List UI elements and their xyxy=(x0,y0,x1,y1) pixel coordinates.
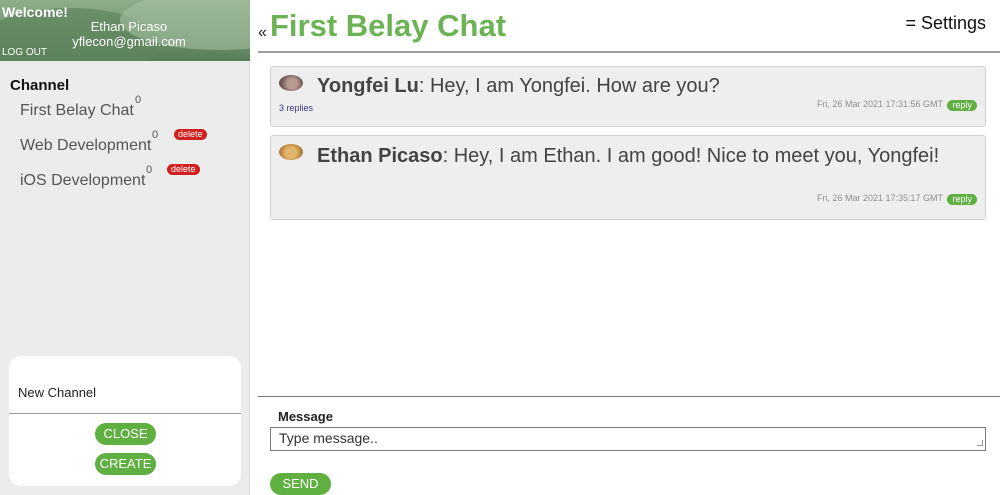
message-body: : Hey, I am Ethan. I am good! Nice to me… xyxy=(442,145,940,167)
welcome-text: Welcome! xyxy=(2,4,68,20)
send-button[interactable]: SEND xyxy=(270,473,331,495)
delete-channel-button[interactable]: delete xyxy=(167,164,200,175)
channel-unread-count: 0 xyxy=(146,164,153,176)
message-author: Yongfei Lu xyxy=(317,75,419,97)
message-item: Yongfei Lu: Hey, I am Yongfei. How are y… xyxy=(270,66,986,127)
reply-button[interactable]: reply xyxy=(947,194,977,205)
channel-unread-count: 0 xyxy=(135,94,142,106)
create-channel-button[interactable]: CREATE xyxy=(95,453,156,475)
channel-title: First Belay Chat xyxy=(270,8,507,43)
message-timestamp: Fri, 26 Mar 2021 17:31:56 GMT xyxy=(816,99,943,109)
message-text: Yongfei Lu: Hey, I am Yongfei. How are y… xyxy=(279,73,979,99)
resize-handle-icon[interactable] xyxy=(977,440,983,446)
message-item: Ethan Picaso: Hey, I am Ethan. I am good… xyxy=(270,135,986,220)
sidebar: Welcome! Ethan Picaso yflecon@gmail.com … xyxy=(0,0,250,495)
message-input[interactable] xyxy=(270,427,986,451)
channel-item-ios-development[interactable]: iOS Development xyxy=(20,172,145,190)
channel-item-web-development[interactable]: Web Development xyxy=(20,137,151,155)
user-name: Ethan Picaso xyxy=(90,19,168,34)
reply-button[interactable]: reply xyxy=(947,100,977,111)
message-label: Message xyxy=(278,409,333,424)
collapse-sidebar-button[interactable]: « xyxy=(258,24,267,42)
message-body: : Hey, I am Yongfei. How are you? xyxy=(418,75,720,97)
channel-unread-count: 0 xyxy=(152,129,159,141)
new-channel-input[interactable] xyxy=(9,356,241,414)
delete-channel-button[interactable]: delete xyxy=(174,129,207,140)
logout-link[interactable]: LOG OUT xyxy=(2,47,47,58)
message-author: Ethan Picaso xyxy=(317,145,443,167)
message-text: Ethan Picaso: Hey, I am Ethan. I am good… xyxy=(279,143,979,169)
channel-item-first-belay-chat[interactable]: First Belay Chat xyxy=(20,102,134,120)
channel-heading: Channel xyxy=(10,77,70,94)
message-timestamp: Fri, 26 Mar 2021 17:35:17 GMT xyxy=(816,193,943,203)
chat-main: « First Belay Chat = Settings Yongfei Lu… xyxy=(250,0,1000,495)
header-divider xyxy=(258,51,1000,53)
replies-link[interactable]: 3 replies xyxy=(279,103,313,113)
close-button[interactable]: CLOSE xyxy=(95,423,156,445)
new-channel-panel: CLOSE CREATE xyxy=(9,356,241,486)
profile-banner: Welcome! Ethan Picaso yflecon@gmail.com … xyxy=(0,0,250,61)
settings-button[interactable]: = Settings xyxy=(905,13,986,34)
app-root: Welcome! Ethan Picaso yflecon@gmail.com … xyxy=(0,0,1000,495)
composer-divider xyxy=(258,396,1000,397)
